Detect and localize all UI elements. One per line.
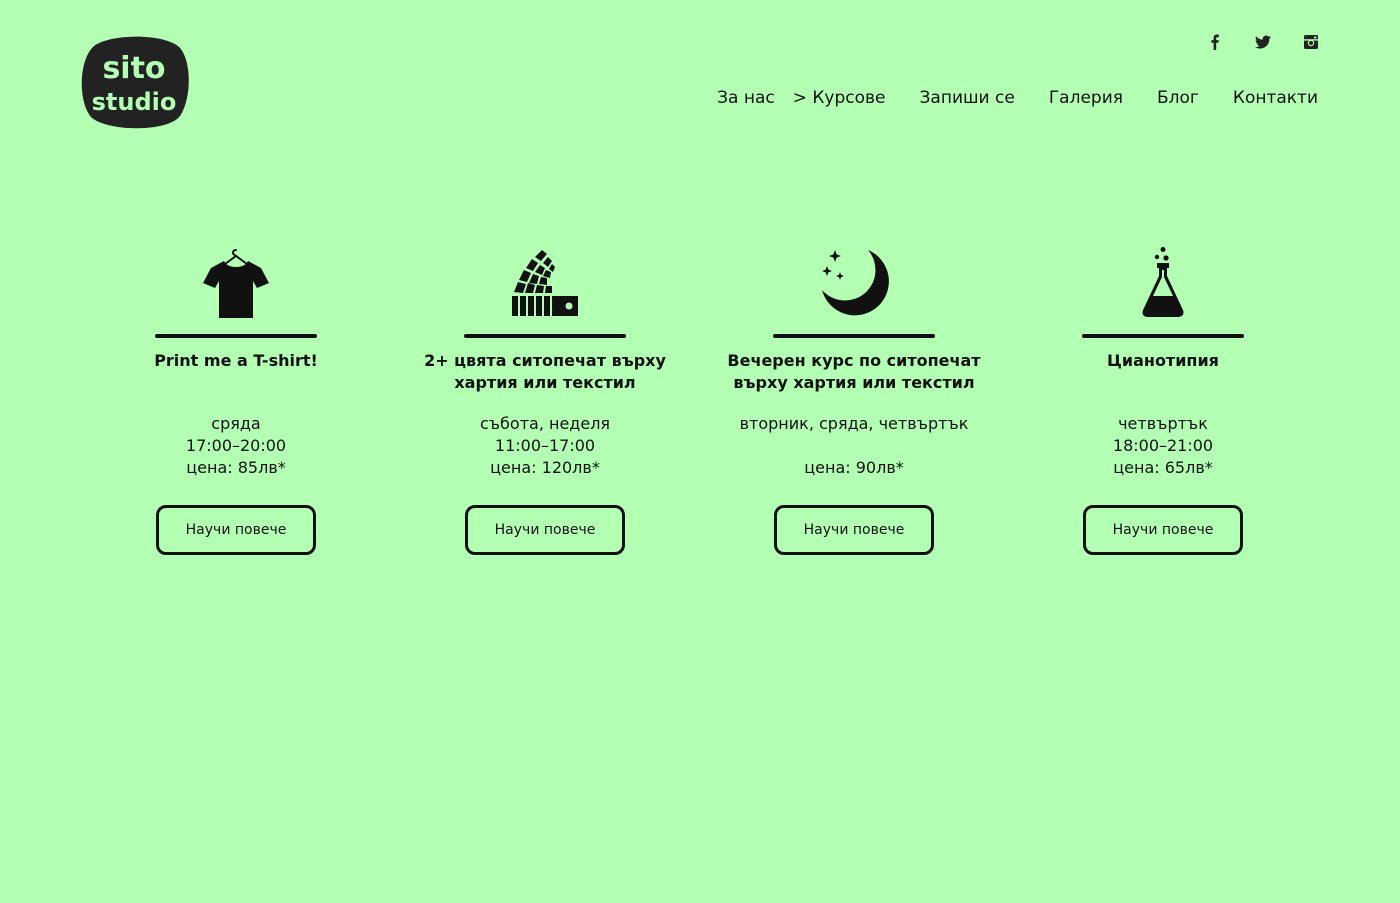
social-links bbox=[1206, 32, 1320, 52]
nav-item-contacts[interactable]: Контакти bbox=[1233, 88, 1318, 108]
course-time bbox=[724, 435, 984, 457]
nav-item-gallery[interactable]: Галерия bbox=[1049, 88, 1123, 108]
twitter-icon[interactable] bbox=[1254, 32, 1272, 52]
course-days: сряда bbox=[211, 414, 261, 433]
main-nav: За нас > Курсове Запиши се Галерия Блог … bbox=[717, 88, 1318, 108]
flask-icon bbox=[1033, 244, 1293, 318]
logo-badge: sito studio bbox=[81, 36, 189, 129]
logo[interactable]: sito studio bbox=[80, 36, 190, 130]
course-days: събота, неделя bbox=[479, 414, 611, 433]
course-time: 11:00–17:00 bbox=[494, 436, 596, 455]
course-card: Print me a T-shirt! сряда 17:00–20:00 це… bbox=[106, 244, 366, 555]
course-card: Цианотипия четвъртък 18:00–21:00 цена: 6… bbox=[1033, 244, 1293, 555]
course-time: 18:00–21:00 bbox=[1112, 436, 1214, 455]
course-days: четвъртък bbox=[1118, 414, 1208, 433]
course-price: цена: 65лв* bbox=[1113, 458, 1213, 477]
courses-section: Print me a T-shirt! сряда 17:00–20:00 це… bbox=[0, 244, 1400, 564]
course-card: Вечерен курс по ситопечат върху хартия и… bbox=[724, 244, 984, 555]
nav-item-blog[interactable]: Блог bbox=[1157, 88, 1199, 108]
moon-stars-icon bbox=[724, 244, 984, 318]
course-info: четвъртък 18:00–21:00 цена: 65лв* bbox=[1033, 413, 1293, 479]
course-title: 2+ цвята ситопечат върху хартия или текс… bbox=[424, 351, 666, 392]
course-info: събота, неделя 11:00–17:00 цена: 120лв* bbox=[415, 413, 675, 479]
learn-more-button[interactable]: Научи повече bbox=[465, 505, 625, 555]
color-swatch-fan-icon bbox=[415, 244, 675, 318]
course-title: Print me a T-shirt! bbox=[154, 351, 318, 370]
facebook-icon[interactable] bbox=[1206, 32, 1224, 52]
card-divider bbox=[1082, 334, 1244, 338]
nav-item-about[interactable]: За нас bbox=[717, 88, 775, 108]
course-title: Цианотипия bbox=[1107, 351, 1219, 370]
tshirt-icon bbox=[106, 244, 366, 318]
nav-item-courses[interactable]: > Курсове bbox=[793, 88, 886, 108]
course-price: цена: 120лв* bbox=[490, 458, 600, 477]
card-divider bbox=[155, 334, 317, 338]
course-days: вторник, сряда, четвъртък bbox=[739, 414, 969, 433]
course-info: вторник, сряда, четвъртък цена: 90лв* bbox=[724, 413, 984, 479]
instagram-icon[interactable] bbox=[1302, 32, 1320, 52]
course-price: цена: 85лв* bbox=[186, 458, 286, 477]
learn-more-button[interactable]: Научи повече bbox=[156, 505, 316, 555]
learn-more-button[interactable]: Научи повече bbox=[1083, 505, 1243, 555]
nav-item-signup[interactable]: Запиши се bbox=[920, 88, 1015, 108]
course-title: Вечерен курс по ситопечат върху хартия и… bbox=[727, 351, 981, 392]
logo-line1: sito bbox=[102, 51, 165, 86]
course-time: 17:00–20:00 bbox=[185, 436, 287, 455]
card-divider bbox=[773, 334, 935, 338]
course-card: 2+ цвята ситопечат върху хартия или текс… bbox=[415, 244, 675, 555]
course-price: цена: 90лв* bbox=[804, 458, 904, 477]
logo-line2: studio bbox=[92, 88, 177, 116]
course-info: сряда 17:00–20:00 цена: 85лв* bbox=[106, 413, 366, 479]
learn-more-button[interactable]: Научи повече bbox=[774, 505, 934, 555]
card-divider bbox=[464, 334, 626, 338]
